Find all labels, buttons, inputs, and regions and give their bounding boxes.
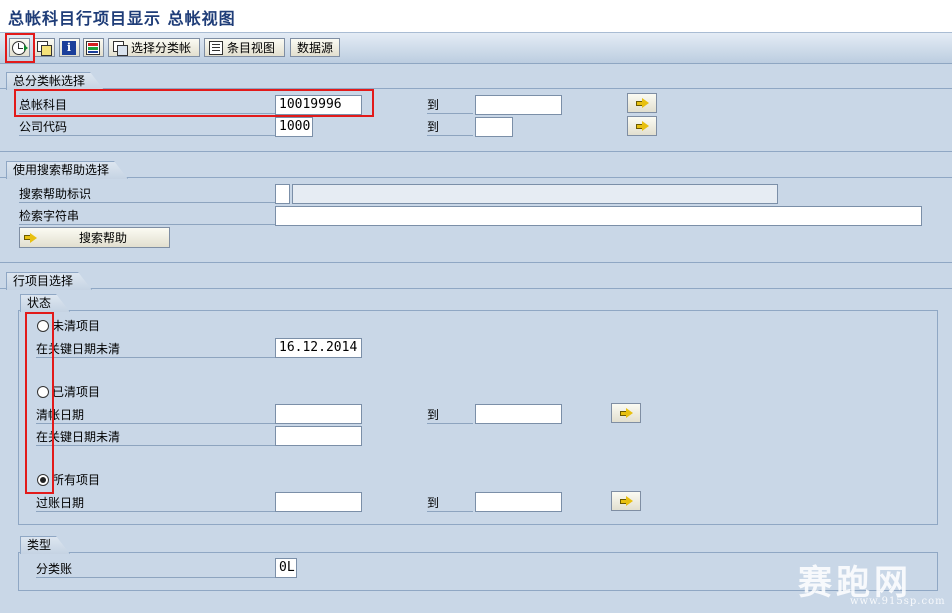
company-code-input[interactable]: 1000 [275,117,313,137]
multiple-selection-arrow-icon [619,408,633,418]
subledger-icon [113,40,128,56]
execute-clock-icon [12,40,28,55]
data-source-button[interactable]: 数据源 [290,38,340,57]
cleared-items-radio[interactable] [37,386,49,398]
title-bar: 总帐科目行项目显示 总帐视图 [0,0,952,32]
cleared-items-label: 已清项目 [52,385,101,399]
open-items-label: 未清项目 [52,319,101,333]
search-help-arrow-icon [24,232,37,243]
multiple-selection-arrow-icon [635,98,649,108]
cleared-open-key-date-input[interactable] [275,426,362,446]
gl-selection-title: 总分类帐选择 [6,72,104,90]
variant-button[interactable] [34,38,55,57]
search-help-id-description [292,184,778,204]
info-icon: i [62,40,76,55]
clearing-date-multiple-selection-button[interactable] [611,403,641,423]
application-toolbar: i 选择分类帐 条目视图 数据源 [0,32,952,64]
data-source-label: 数据源 [296,41,333,55]
search-help-id-label: 搜索帮助标识 [19,185,275,203]
multiple-selection-arrow-icon [619,496,633,506]
open-items-radio[interactable] [37,320,49,332]
window-title: 总帐科目行项目显示 总帐视图 [8,9,236,28]
cleared-open-key-date-label: 在关键日期未清 [36,428,275,446]
gl-account-multiple-selection-button[interactable] [627,93,657,113]
posting-date-to-label: 到 [427,494,473,512]
search-help-button[interactable]: 搜索帮助 [19,227,170,248]
clearing-date-to-label: 到 [427,406,473,424]
line-item-selection-title: 行项目选择 [6,272,92,290]
item-view-label: 条目视图 [227,41,276,55]
select-subledger-button[interactable]: 选择分类帐 [108,38,200,57]
company-code-to-input[interactable] [475,117,513,137]
all-items-radio[interactable] [37,474,49,486]
open-key-date-label: 在关键日期未清 [36,340,275,358]
posting-date-label: 过账日期 [36,494,275,512]
search-string-label: 检索字符串 [19,207,275,225]
item-view-icon [209,40,223,55]
select-subledger-label: 选择分类帐 [131,41,192,55]
ledger-label: 分类账 [36,560,275,578]
gl-account-input[interactable]: 10019996 [275,95,362,115]
ledger-input[interactable]: 0L [275,558,297,578]
gl-account-to-label: 到 [427,96,473,114]
execute-button[interactable] [9,38,30,57]
posting-date-input[interactable] [275,492,362,512]
info-button[interactable]: i [59,38,80,57]
clearing-date-label: 清帐日期 [36,406,275,424]
item-view-button[interactable]: 条目视图 [204,38,285,57]
color-list-icon [86,40,100,55]
gl-account-label: 总帐科目 [19,96,275,114]
clearing-date-to-input[interactable] [475,404,562,424]
clearing-date-input[interactable] [275,404,362,424]
company-code-to-label: 到 [427,118,473,136]
layout-button[interactable] [83,38,104,57]
watermark-url: www.915sp.com [850,596,946,607]
search-help-title: 使用搜索帮助选择 [6,161,128,179]
posting-date-to-input[interactable] [475,492,562,512]
search-string-input[interactable] [275,206,922,226]
search-help-id-input[interactable] [275,184,290,204]
company-code-label: 公司代码 [19,118,275,136]
company-code-multiple-selection-button[interactable] [627,116,657,136]
gl-account-to-input[interactable] [475,95,562,115]
open-key-date-input[interactable]: 16.12.2014 [275,338,362,358]
all-items-label: 所有项目 [52,473,101,487]
posting-date-multiple-selection-button[interactable] [611,491,641,511]
copy-variant-icon [37,40,52,56]
multiple-selection-arrow-icon [635,121,649,131]
search-help-button-label: 搜索帮助 [79,231,128,245]
